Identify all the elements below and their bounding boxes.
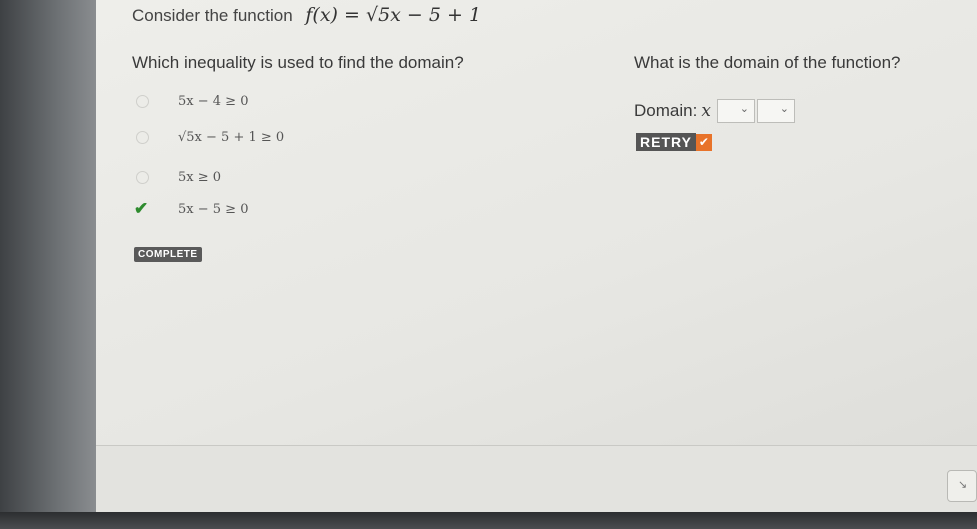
domain-row: Domain: x ⌄ ⌄ [634, 99, 795, 123]
part1-question: Which inequality is used to find the dom… [132, 53, 464, 72]
option-1[interactable]: 5x − 4 ≥ 0 [136, 90, 248, 112]
monitor-bezel-left [0, 0, 96, 529]
prompt-text: Consider the function [132, 6, 293, 25]
domain-label: Domain: [634, 101, 698, 120]
checkmark-icon: ✔ [695, 133, 712, 151]
checkmark-icon: ✔ [134, 199, 149, 218]
radio-icon[interactable] [136, 94, 149, 108]
domain-variable: x [701, 101, 711, 121]
value-select[interactable]: ⌄ [756, 99, 795, 123]
lower-panel [96, 445, 977, 515]
arrow-icon: ↘ [958, 479, 968, 491]
radio-icon[interactable] [136, 130, 149, 144]
option-text: 5x ≥ 0 [178, 169, 222, 185]
radio-icon[interactable] [136, 170, 149, 184]
chevron-down-icon: ⌄ [779, 103, 789, 115]
complete-badge: COMPLETE [134, 247, 202, 262]
question-prompt: Consider the function f(x) = √5x − 5 + 1 [132, 4, 481, 26]
option-text: 5x − 5 ≥ 0 [178, 201, 249, 217]
option-text: √5x − 5 + 1 ≥ 0 [178, 129, 285, 145]
scroll-button[interactable]: ↘ [947, 470, 977, 502]
inequality-select[interactable]: ⌄ [716, 99, 755, 123]
part2-question: What is the domain of the function? [634, 53, 901, 72]
option-2[interactable]: √5x − 5 + 1 ≥ 0 [136, 126, 284, 148]
screen: Consider the function f(x) = √5x − 5 + 1… [96, 0, 977, 515]
retry-label: RETRY [636, 133, 696, 151]
option-3[interactable]: 5x ≥ 0 [136, 166, 221, 188]
option-text: 5x − 4 ≥ 0 [178, 93, 249, 109]
retry-button[interactable]: RETRY ✔ [636, 133, 712, 151]
chevron-down-icon: ⌄ [739, 103, 749, 115]
monitor-bezel-bottom [0, 512, 977, 529]
function-expression: f(x) = √5x − 5 + 1 [305, 4, 482, 26]
option-4[interactable]: ✔ 5x − 5 ≥ 0 [134, 198, 248, 220]
